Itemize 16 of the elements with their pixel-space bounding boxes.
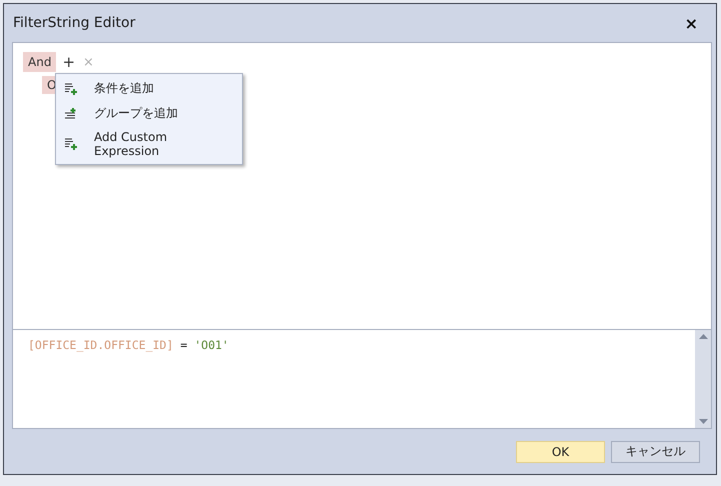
- add-condition-icon: [64, 138, 78, 150]
- add-group-icon: [64, 108, 78, 120]
- scroll-down-icon[interactable]: [698, 419, 708, 424]
- add-button[interactable]: +: [60, 53, 78, 71]
- scroll-up-icon[interactable]: [698, 334, 708, 339]
- menu-item[interactable]: グループを追加: [56, 101, 242, 126]
- window-title: FilterString Editor: [13, 15, 136, 31]
- cancel-button[interactable]: キャンセル: [611, 440, 700, 462]
- add-condition-icon: [64, 82, 78, 94]
- expression-text: [OFFICE_ID.OFFICE_ID] = 'O01': [27, 337, 230, 354]
- group-operator-button[interactable]: And: [23, 52, 56, 72]
- ok-button[interactable]: OK: [516, 440, 605, 462]
- close-button[interactable]: ×: [680, 14, 702, 32]
- scrollbar[interactable]: [695, 330, 711, 428]
- expression-editor[interactable]: [OFFICE_ID.OFFICE_ID] = 'O01': [12, 329, 712, 429]
- menu-item[interactable]: Add Custom Expression: [56, 126, 242, 162]
